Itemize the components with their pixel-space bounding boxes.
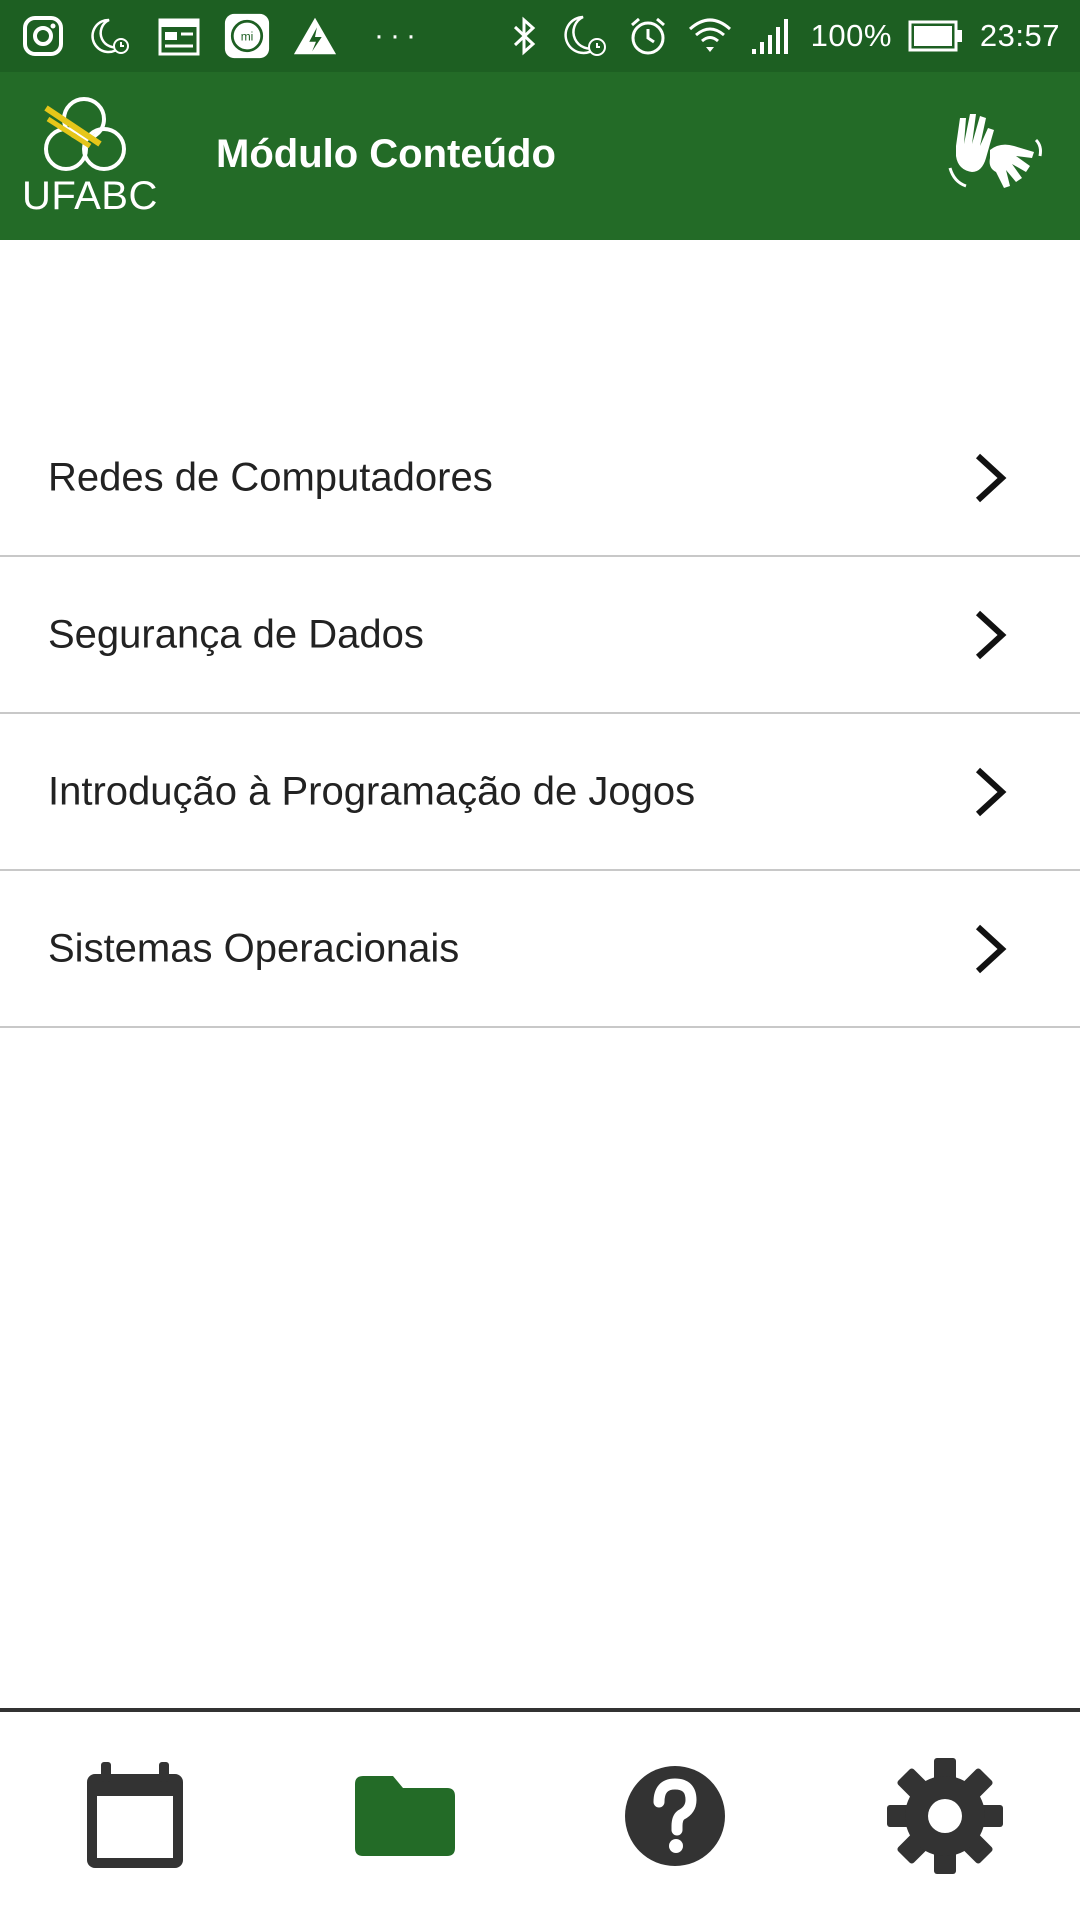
alarm-icon bbox=[625, 13, 671, 59]
list-item-label: Redes de Computadores bbox=[48, 455, 493, 499]
page-title: Módulo Conteúdo bbox=[216, 132, 556, 176]
chevron-right-icon bbox=[975, 610, 1007, 659]
settings-icon bbox=[887, 1758, 1003, 1874]
logo-text: UFABC bbox=[22, 174, 158, 218]
help-icon bbox=[625, 1766, 725, 1866]
status-bar-system: 100% 23:57 bbox=[501, 13, 1060, 59]
status-bar-notifications: mi ··· bbox=[20, 13, 422, 59]
chevron-right-icon bbox=[975, 767, 1007, 816]
clock: 23:57 bbox=[979, 18, 1060, 53]
calendar-news-icon bbox=[156, 13, 202, 59]
moon-alarm-icon bbox=[563, 13, 609, 59]
battery-percent: 100% bbox=[810, 18, 892, 53]
signal-icon bbox=[749, 13, 795, 59]
mi-icon: mi bbox=[224, 13, 270, 59]
app-bar: UFABC Módulo Conteúdo bbox=[0, 72, 1080, 240]
nav-help-button[interactable] bbox=[615, 1756, 735, 1876]
bottom-nav bbox=[0, 1712, 1080, 1920]
list-item-label: Segurança de Dados bbox=[48, 612, 424, 656]
sign-language-hands-icon[interactable] bbox=[944, 106, 1044, 206]
svg-text:mi: mi bbox=[241, 30, 254, 44]
list-item-label: Sistemas Operacionais bbox=[48, 926, 460, 970]
moon-alarm-icon bbox=[88, 13, 134, 59]
battery-icon bbox=[908, 13, 964, 59]
chevron-right-icon bbox=[975, 924, 1007, 973]
wifi-icon bbox=[687, 13, 733, 59]
calendar-icon bbox=[87, 1762, 183, 1868]
nav-settings-button[interactable] bbox=[885, 1756, 1005, 1876]
list-item[interactable]: Segurança de Dados bbox=[0, 557, 1080, 714]
folder-icon bbox=[355, 1776, 455, 1856]
more-notifications: ··· bbox=[374, 19, 422, 52]
list-item-label: Introdução à Programação de Jogos bbox=[48, 769, 696, 813]
chevron-right-icon bbox=[975, 453, 1007, 502]
nav-content-button[interactable] bbox=[345, 1756, 465, 1876]
list-item[interactable]: Redes de Computadores bbox=[0, 400, 1080, 557]
bluetooth-icon bbox=[501, 13, 547, 59]
content-list: Redes de Computadores Segurança de Dados… bbox=[0, 400, 1080, 1028]
power-warning-icon bbox=[292, 13, 338, 59]
list-item[interactable]: Introdução à Programação de Jogos bbox=[0, 714, 1080, 871]
status-bar: mi ··· 100% 23:57 bbox=[0, 0, 1080, 72]
instagram-icon bbox=[20, 13, 66, 59]
nav-calendar-button[interactable] bbox=[75, 1756, 195, 1876]
list-item[interactable]: Sistemas Operacionais bbox=[0, 871, 1080, 1028]
